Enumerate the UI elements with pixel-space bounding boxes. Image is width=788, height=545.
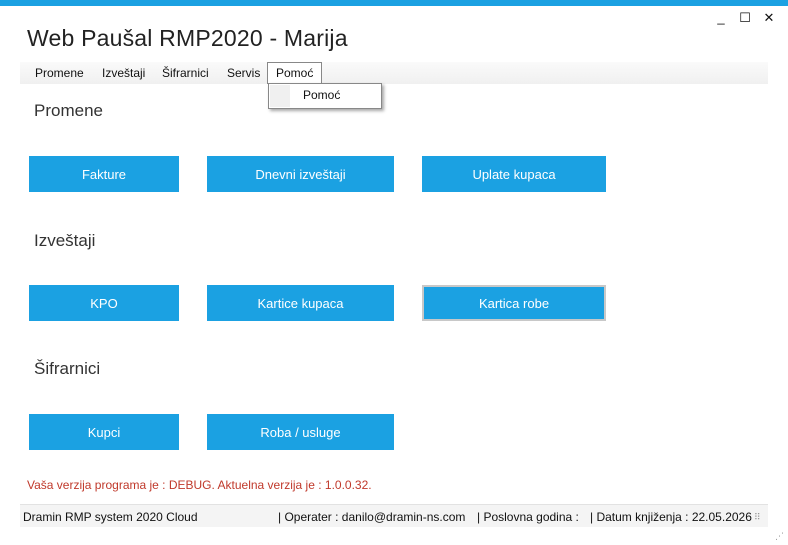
window-title: Web Paušal RMP2020 - Marija xyxy=(27,25,348,51)
maximize-button[interactable]: ☐ xyxy=(735,10,755,26)
kartice-kupaca-button[interactable]: Kartice kupaca xyxy=(207,285,394,321)
status-datum-knjizenja: | Datum knjiženja : 22.05.2026 xyxy=(590,510,752,524)
window-top-accent xyxy=(0,0,788,6)
menu-servis[interactable]: Servis xyxy=(223,62,264,84)
roba-usluge-button[interactable]: Roba / usluge xyxy=(207,414,394,450)
resize-grip-icon[interactable]: ⋰ xyxy=(775,531,784,542)
section-title-promene: Promene xyxy=(34,101,103,120)
section-title-sifrarnici: Šifrarnici xyxy=(34,359,101,378)
menu-sifrarnici[interactable]: Šifrarnici xyxy=(158,62,213,84)
kpo-button[interactable]: KPO xyxy=(29,285,179,321)
pomoc-dropdown: Pomoć xyxy=(268,83,382,109)
status-poslovna-godina: | Poslovna godina : xyxy=(477,510,579,524)
dnevni-izvestaji-button[interactable]: Dnevni izveštaji xyxy=(207,156,394,192)
dropdown-item-pomoc[interactable]: Pomoć xyxy=(303,88,340,102)
kupci-button[interactable]: Kupci xyxy=(29,414,179,450)
menu-bar: Promene Izveštaji Šifrarnici Servis Pomo… xyxy=(20,62,768,84)
menu-pomoc[interactable]: Pomoć xyxy=(267,62,323,84)
status-operater: | Operater : danilo@dramin-ns.com xyxy=(278,510,466,524)
close-button[interactable]: ✕ xyxy=(759,10,779,26)
menu-promene[interactable]: Promene xyxy=(31,62,88,84)
version-message: Vaša verzija programa je : DEBUG. Aktuel… xyxy=(27,478,372,492)
uplate-kupaca-button[interactable]: Uplate kupaca xyxy=(422,156,606,192)
minimize-button[interactable]: _ xyxy=(711,10,731,25)
dropdown-gutter xyxy=(270,85,290,107)
status-grip-icon[interactable]: ⠿ xyxy=(754,512,761,523)
section-title-izvestaji: Izveštaji xyxy=(34,231,96,250)
status-app-name: Dramin RMP system 2020 Cloud xyxy=(23,510,198,524)
menu-izvestaji[interactable]: Izveštaji xyxy=(98,62,149,84)
fakture-button[interactable]: Fakture xyxy=(29,156,179,192)
kartica-robe-button[interactable]: Kartica robe xyxy=(422,285,606,321)
status-bar: Dramin RMP system 2020 Cloud | Operater … xyxy=(20,504,768,527)
